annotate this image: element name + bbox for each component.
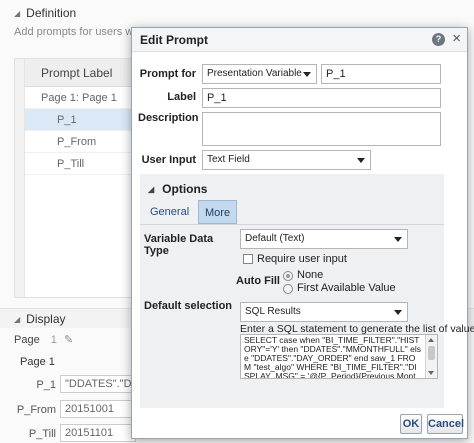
chevron-down-icon xyxy=(394,310,402,315)
default-selection-label: Default selection xyxy=(144,300,233,312)
variable-data-type-select[interactable]: Default (Text) xyxy=(240,229,408,249)
label-input[interactable]: P_1 xyxy=(202,88,441,108)
close-icon[interactable]: × xyxy=(452,30,461,48)
require-user-input-checkbox[interactable] xyxy=(243,254,253,264)
table-gutter xyxy=(15,59,25,297)
table-row[interactable]: Page 1: Page 1 xyxy=(15,87,143,109)
cancel-button[interactable]: Cancel xyxy=(427,414,464,434)
prompt-label-column-header: Prompt Label xyxy=(15,59,143,87)
tab-divider xyxy=(140,224,444,225)
auto-fill-none-label: None xyxy=(297,269,324,281)
dialog-title: Edit Prompt xyxy=(140,33,208,47)
variable-data-type-value: Default (Text) xyxy=(245,233,305,244)
prompt-list-table: Prompt Label Page 1: Page 1 P_1 P_From P… xyxy=(14,58,144,298)
display-header-text: Display xyxy=(26,312,66,326)
collapse-triangle-icon[interactable]: ◢ xyxy=(148,185,154,194)
user-input-value: Text Field xyxy=(207,154,250,165)
page-section-title: Page 1 xyxy=(20,356,55,368)
ok-button[interactable]: OK xyxy=(400,414,422,434)
variable-data-type-label: Variable Data Type xyxy=(144,233,214,257)
preview-field-input[interactable]: "DDATES"."DAY_ xyxy=(60,375,136,393)
auto-fill-label: Auto Fill xyxy=(236,275,280,287)
pencil-icon[interactable]: ✎ xyxy=(64,334,73,346)
sql-statement: SELECT case when "BI_TIME_FILTER"."HISTO… xyxy=(244,335,421,379)
tab-general[interactable]: General xyxy=(144,200,195,224)
collapse-triangle-icon[interactable]: ◢ xyxy=(14,310,20,330)
prompt-for-value: Presentation Variable xyxy=(207,68,302,79)
sql-textarea[interactable]: SELECT case when "BI_TIME_FILTER"."HISTO… xyxy=(240,334,438,379)
require-user-input-label: Require user input xyxy=(257,253,347,265)
page-toolbar: Page 1 ✎ xyxy=(14,333,73,346)
table-row[interactable]: P_1 xyxy=(15,109,143,131)
definition-header-text: Definition xyxy=(26,6,77,20)
chevron-down-icon xyxy=(303,72,311,77)
options-panel: ◢ Options General More Variable Data Type… xyxy=(140,174,474,408)
preview-field-label: P_Till xyxy=(28,428,56,440)
definition-section-header[interactable]: ◢ Definition xyxy=(0,3,474,23)
tab-more[interactable]: More xyxy=(198,200,238,224)
preview-field: P_1 "DDATES"."DAY_ xyxy=(0,375,140,395)
table-row[interactable]: P_From xyxy=(15,131,143,153)
page-label: Page xyxy=(14,334,40,346)
chevron-down-icon xyxy=(357,158,365,163)
table-row[interactable]: P_Till xyxy=(15,153,143,175)
preview-field: P_From 20151001 xyxy=(0,400,140,420)
preview-field-input[interactable]: 20151101 xyxy=(60,424,136,442)
variable-name-input[interactable]: P_1 xyxy=(321,64,441,84)
options-header-text: Options xyxy=(162,182,208,196)
scroll-up-icon[interactable] xyxy=(428,338,434,342)
label-field-label: Label xyxy=(167,91,196,103)
sql-scrollbar[interactable] xyxy=(425,335,437,378)
default-selection-select[interactable]: SQL Results xyxy=(240,302,408,322)
prompt-for-label: Prompt for xyxy=(139,68,196,80)
description-textarea[interactable] xyxy=(202,112,441,146)
chevron-down-icon xyxy=(394,237,402,242)
scroll-thumb[interactable] xyxy=(428,346,435,360)
prompt-for-select[interactable]: Presentation Variable xyxy=(202,64,317,84)
help-icon[interactable]: ? xyxy=(432,33,445,46)
preview-field: P_Till 20151101 xyxy=(0,424,140,443)
description-label: Description xyxy=(138,112,199,124)
user-input-select[interactable]: Text Field xyxy=(202,150,371,170)
dialog-title-bar[interactable]: Edit Prompt ? × xyxy=(132,28,467,52)
edit-prompt-dialog: Edit Prompt ? × Prompt for Presentation … xyxy=(131,27,474,439)
auto-fill-first-value-label: First Available Value xyxy=(297,282,396,294)
default-selection-value: SQL Results xyxy=(245,306,301,317)
collapse-triangle-icon[interactable]: ◢ xyxy=(14,4,20,24)
preview-field-label: P_1 xyxy=(36,379,56,391)
preview-field-input[interactable]: 20151001 xyxy=(60,400,136,418)
scroll-down-icon[interactable] xyxy=(428,371,434,375)
auto-fill-none-radio[interactable] xyxy=(283,271,293,281)
options-header[interactable]: ◢ Options xyxy=(148,182,207,196)
auto-fill-first-value-radio[interactable] xyxy=(283,284,293,294)
preview-field-label: P_From xyxy=(16,404,56,416)
page-number: 1 xyxy=(50,334,57,346)
user-input-label: User Input xyxy=(141,154,196,166)
